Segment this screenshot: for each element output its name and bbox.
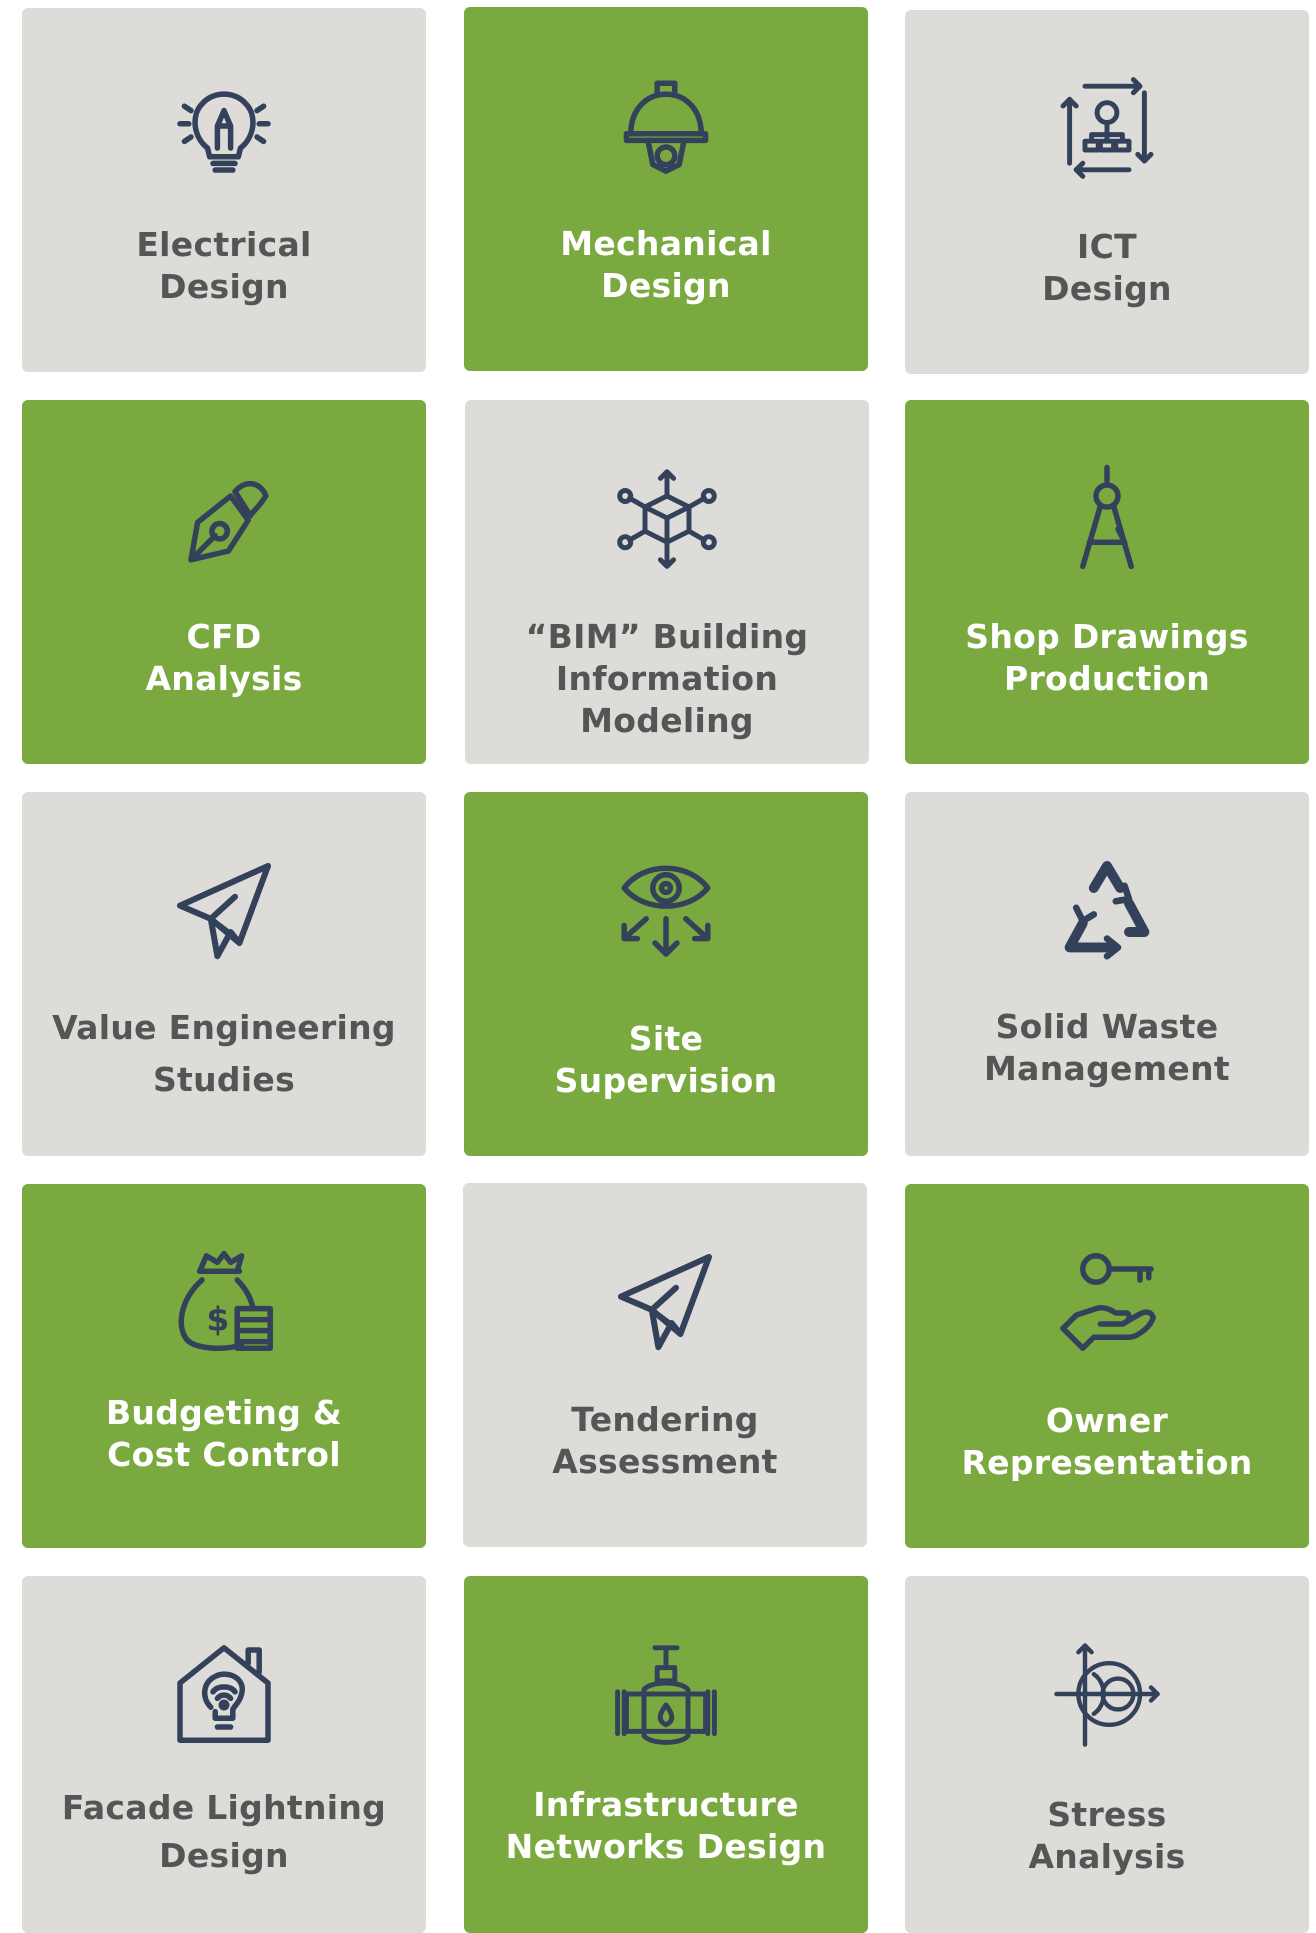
- cube-network-icon: [607, 458, 727, 578]
- tile-label: Value Engineering Studies: [52, 1008, 396, 1099]
- recycle-icon: [1047, 850, 1167, 970]
- tile-label: Shop Drawings Production: [965, 617, 1249, 698]
- tile-facade-lightning-design[interactable]: Facade Lightning Design: [22, 1576, 426, 1933]
- network-gear-icon: [1047, 68, 1167, 188]
- tile-shop-drawings-production[interactable]: Shop Drawings Production: [905, 400, 1309, 764]
- tile-label: Owner Representation: [961, 1401, 1253, 1482]
- tile-label: Budgeting & Cost Control: [105, 1393, 343, 1474]
- hand-key-icon: [1047, 1242, 1167, 1362]
- tile-electrical-design[interactable]: Electrical Design: [22, 8, 426, 372]
- tile-stress-analysis[interactable]: Stress Analysis: [905, 1576, 1309, 1933]
- tile-budgeting-cost-control[interactable]: $ Budgeting & Cost Control: [22, 1184, 426, 1548]
- paper-plane-icon: [605, 1241, 725, 1361]
- stress-chart-icon: [1047, 1634, 1167, 1754]
- tile-label: “BIM” Building Information Modeling: [525, 617, 809, 740]
- compass-icon: [1047, 458, 1167, 578]
- tile-mechanical-design[interactable]: Mechanical Design: [464, 7, 868, 371]
- eye-arrows-icon: [606, 850, 726, 970]
- services-grid: Electrical Design Mechanical Design ICT …: [0, 0, 1316, 1933]
- tile-label: Stress Analysis: [1028, 1795, 1186, 1876]
- tile-label: Solid Waste Management: [984, 1007, 1230, 1088]
- tile-tendering-assessment[interactable]: Tendering Assessment: [463, 1183, 867, 1547]
- money-bag-icon: $: [164, 1242, 284, 1362]
- tile-label: ICT Design: [1042, 227, 1172, 308]
- tile-label: CFD Analysis: [145, 617, 303, 698]
- hardhat-gear-icon: [606, 65, 726, 185]
- tile-value-engineering-studies[interactable]: Value Engineering Studies: [22, 792, 426, 1156]
- tile-label: Infrastructure Networks Design: [505, 1785, 827, 1866]
- tile-bim-building-information-modeling[interactable]: “BIM” Building Information Modeling: [465, 400, 869, 764]
- pen-nib-icon: [164, 458, 284, 578]
- house-bulb-icon: [164, 1634, 284, 1754]
- tile-label: Mechanical Design: [560, 224, 772, 305]
- tile-cfd-analysis[interactable]: CFD Analysis: [22, 400, 426, 764]
- tile-solid-waste-management[interactable]: Solid Waste Management: [905, 792, 1309, 1156]
- tile-label: Site Supervision: [554, 1019, 778, 1100]
- svg-text:$: $: [206, 1300, 229, 1339]
- tile-label: Tendering Assessment: [552, 1400, 778, 1481]
- tile-infrastructure-networks-design[interactable]: Infrastructure Networks Design: [464, 1576, 868, 1933]
- tile-label: Facade Lightning Design: [61, 1788, 387, 1875]
- tile-owner-representation[interactable]: Owner Representation: [905, 1184, 1309, 1548]
- tile-label: Electrical Design: [136, 225, 312, 306]
- pipe-valve-icon: [606, 1634, 726, 1754]
- tile-ict-design[interactable]: ICT Design: [905, 10, 1309, 374]
- paper-plane-icon: [164, 850, 284, 970]
- tile-site-supervision[interactable]: Site Supervision: [464, 792, 868, 1156]
- lightbulb-pencil-icon: [164, 66, 284, 186]
